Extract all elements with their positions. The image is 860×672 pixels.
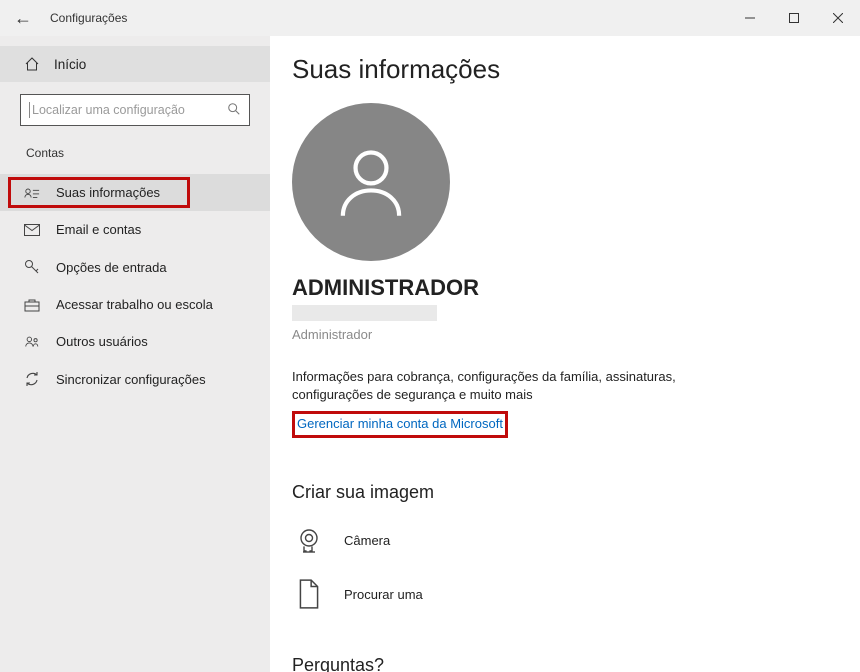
camera-option[interactable]: Câmera xyxy=(292,517,838,571)
home-icon xyxy=(24,56,40,72)
back-arrow-icon[interactable]: ← xyxy=(14,8,32,29)
account-description: Informações para cobrança, configurações… xyxy=(292,368,712,403)
camera-icon xyxy=(292,523,326,557)
masked-email xyxy=(292,305,437,321)
user-role: Administrador xyxy=(292,327,838,342)
avatar xyxy=(292,103,450,261)
sidebar: Início Contas xyxy=(0,36,270,672)
page-title: Suas informações xyxy=(292,54,838,85)
sidebar-item-sync-settings[interactable]: Sincronizar configurações xyxy=(0,360,270,398)
camera-label: Câmera xyxy=(344,533,390,548)
key-icon xyxy=(24,259,40,275)
sync-icon xyxy=(24,371,40,387)
sidebar-item-signin-options[interactable]: Opções de entrada xyxy=(0,248,270,286)
sidebar-item-label: Email e contas xyxy=(56,222,141,237)
sidebar-item-email-accounts[interactable]: Email e contas xyxy=(0,211,270,248)
sidebar-item-other-users[interactable]: Outros usuários xyxy=(0,323,270,360)
text-caret xyxy=(29,102,30,118)
sidebar-item-label: Opções de entrada xyxy=(56,260,167,275)
create-image-heading: Criar sua imagem xyxy=(292,482,838,503)
questions-heading: Perguntas? xyxy=(292,655,838,672)
manage-account-link[interactable]: Gerenciar minha conta da Microsoft xyxy=(297,416,503,431)
browse-option[interactable]: Procurar uma xyxy=(292,571,838,625)
sidebar-section-label: Contas xyxy=(0,136,270,174)
search-icon xyxy=(227,102,241,119)
sidebar-item-label: Acessar trabalho ou escola xyxy=(56,297,213,312)
person-card-icon xyxy=(24,186,40,200)
browse-file-icon xyxy=(292,577,326,611)
annotation-highlight: Gerenciar minha conta da Microsoft xyxy=(292,411,508,438)
maximize-button[interactable] xyxy=(772,0,816,36)
envelope-icon xyxy=(24,224,40,236)
window-title: Configurações xyxy=(50,11,127,25)
sidebar-item-your-info[interactable]: Suas informações xyxy=(0,174,270,211)
sidebar-home[interactable]: Início xyxy=(0,46,270,82)
sidebar-nav: Suas informações Email e contas Opções d… xyxy=(0,174,270,398)
sidebar-item-label: Suas informações xyxy=(56,185,160,200)
search-box[interactable] xyxy=(20,94,250,126)
search-input[interactable] xyxy=(32,103,227,117)
minimize-button[interactable] xyxy=(728,0,772,36)
content-pane: Suas informações ADMINISTRADOR Administr… xyxy=(270,36,860,672)
browse-label: Procurar uma xyxy=(344,587,423,602)
sidebar-item-label: Outros usuários xyxy=(56,334,148,349)
window-titlebar: ← Configurações xyxy=(0,0,860,36)
sidebar-home-label: Início xyxy=(54,57,86,72)
sidebar-item-work-school[interactable]: Acessar trabalho ou escola xyxy=(0,286,270,323)
briefcase-icon xyxy=(24,298,40,312)
other-users-icon xyxy=(24,335,40,349)
user-name: ADMINISTRADOR xyxy=(292,275,838,301)
close-button[interactable] xyxy=(816,0,860,36)
sidebar-item-label: Sincronizar configurações xyxy=(56,372,206,387)
